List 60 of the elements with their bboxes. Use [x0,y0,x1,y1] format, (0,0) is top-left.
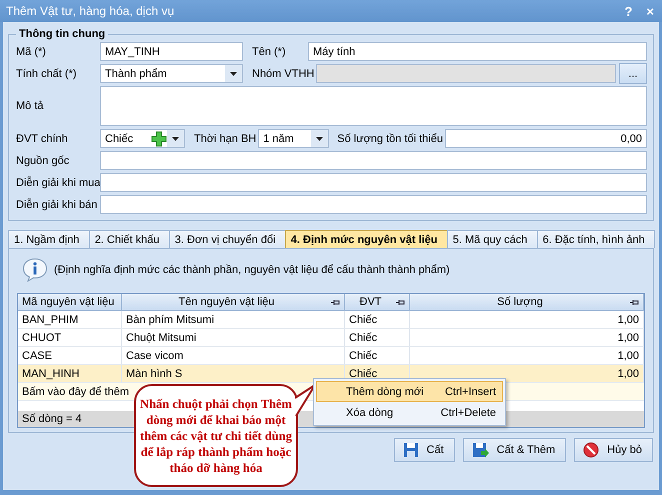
table-cell: Chiếc [345,329,410,347]
input-field[interactable] [100,195,647,214]
tab[interactable]: 1. Ngầm định [8,230,90,248]
table-cell: Chuột Mitsumi [122,329,345,347]
floppy-icon [402,442,419,458]
field-label: Mã (*) [16,46,47,58]
group-title: Thông tin chung [18,28,106,40]
field-label: Diễn giải khi bán [16,198,98,210]
table-cell: Bàn phím Mitsumi [122,311,345,329]
info-icon [22,258,48,282]
input-field[interactable] [100,151,647,170]
caret-icon [316,136,324,140]
field-label: Mô tả [16,100,45,112]
column-header[interactable]: ĐVT [345,294,410,311]
table-cell: Chiếc [345,311,410,329]
tab[interactable]: 3. Đơn vị chuyển đổi [168,230,286,248]
tab[interactable]: 6. Đặc tính, hình ảnh [536,230,655,248]
info-text: (Định nghĩa định mức các thành phần, nguyên vật liệu để cấu thành thành phẩm) [54,264,450,276]
dropdown[interactable]: Thành phẩm [100,64,243,83]
input-field[interactable]: 0,00 [444,129,647,148]
caret-icon [230,72,237,76]
table-cell: MAN_HINH [18,365,122,383]
field-label: ĐVT chính [16,132,69,144]
action-button[interactable]: Hủy bỏ [574,438,653,462]
table-cell: BAN_PHIM [18,311,122,329]
input-field[interactable]: Máy tính [308,42,647,61]
action-button[interactable]: Cất & Thêm [462,438,566,462]
tab[interactable]: 5. Mã quy cách [446,230,538,248]
column-header[interactable]: Tên nguyên vật liệu [122,294,345,311]
table-cell: Màn hình S [122,365,345,383]
table-cell: CHUOT [18,329,122,347]
tab[interactable]: 2. Chiết khấu [88,230,170,248]
pin-icon[interactable] [630,298,639,306]
field-label: Nhóm VTHH [252,68,314,80]
floppy-plus-icon [472,442,489,458]
field-label: Thời hạn BH [194,132,256,144]
table-cell: 1,00 [410,311,644,329]
add-row-hint[interactable]: Bấm vào đây để thêm [22,386,130,398]
dropdown[interactable]: Chiếc [100,129,185,148]
caret-icon [172,136,179,140]
dropdown[interactable]: 1 năm [258,129,330,148]
pin-icon[interactable] [331,298,340,306]
action-button[interactable]: Cất [394,438,455,462]
menu-item[interactable]: Thêm dòng mới Ctrl+Insert [316,381,503,402]
column-header[interactable]: Số lượng [410,294,644,311]
input-field[interactable] [100,86,647,126]
field-label: Diễn giải khi mua [16,176,100,188]
window-title: Thêm Vật tư, hàng hóa, dịch vụ [6,4,176,18]
field-label: Số lượng tồn tối thiểu [337,132,443,144]
input-field[interactable]: MAY_TINH [100,42,243,61]
tab[interactable]: 4. Định mức nguyên vật liệu [284,230,448,248]
cancel-icon [583,442,600,458]
add-icon[interactable] [151,130,167,146]
field-label: Tên (*) [252,46,287,58]
input-field[interactable] [100,173,647,192]
table-cell: 1,00 [410,329,644,347]
field-label: Tính chất (*) [16,68,78,80]
column-header[interactable]: Mã nguyên vật liệu [18,294,122,311]
field-label: Nguồn gốc [16,154,70,166]
pin-icon[interactable] [396,298,405,306]
